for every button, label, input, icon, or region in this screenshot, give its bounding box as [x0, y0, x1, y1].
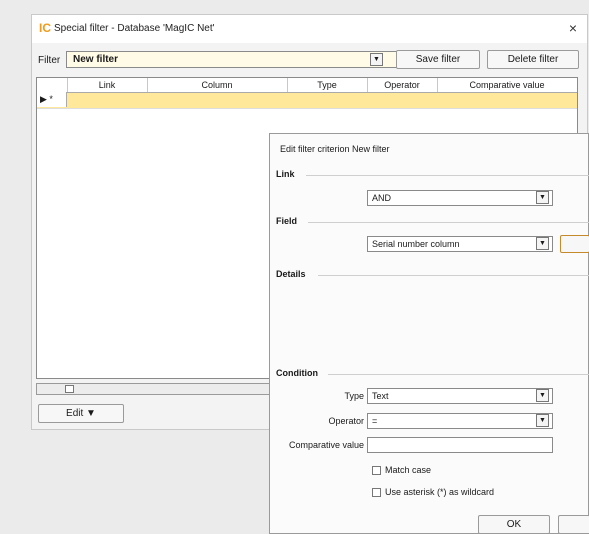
divider: [306, 175, 589, 176]
comparative-value-input[interactable]: [367, 437, 553, 453]
wildcard-label: Use asterisk (*) as wildcard: [385, 487, 495, 497]
cancel-button[interactable]: [558, 515, 589, 534]
match-case-checkbox[interactable]: [372, 466, 381, 475]
filter-dropdown-button[interactable]: ▼: [370, 53, 383, 66]
divider: [328, 374, 589, 375]
match-case-label: Match case: [385, 465, 432, 475]
operator-dropdown-button[interactable]: ▼: [536, 414, 549, 427]
field-select[interactable]: Serial number column: [367, 236, 553, 252]
type-select-value: Text: [372, 391, 389, 401]
window-title: Special filter - Database 'MagIC Net': [54, 23, 215, 34]
table-row[interactable]: [37, 92, 577, 109]
column-header-operator[interactable]: Operator: [367, 78, 438, 92]
chevron-down-icon: ▼: [539, 392, 546, 399]
type-select[interactable]: Text: [367, 388, 553, 404]
dialog-title: Edit filter criterion New filter: [280, 144, 390, 154]
field-dropdown-button[interactable]: ▼: [536, 237, 549, 250]
column-header-type[interactable]: Type: [287, 78, 368, 92]
operator-select-value: =: [372, 416, 378, 426]
chevron-down-icon: ▼: [539, 417, 546, 424]
row-marker-icon: ▶ *: [37, 92, 67, 107]
chevron-down-icon: ▼: [373, 56, 380, 63]
section-link: Link: [276, 169, 295, 179]
type-label: Type: [344, 391, 364, 401]
save-filter-button[interactable]: Save filter: [396, 50, 480, 69]
title-bar: IC Special filter - Database 'MagIC Net'…: [32, 15, 587, 43]
link-select[interactable]: AND: [367, 190, 553, 206]
divider: [318, 275, 589, 276]
app-logo-icon: IC: [39, 21, 51, 35]
column-header-column[interactable]: Column: [147, 78, 288, 92]
scroll-thumb[interactable]: [65, 385, 74, 393]
field-select-value: Serial number column: [372, 239, 460, 249]
chevron-down-icon: ▼: [539, 194, 546, 201]
section-field: Field: [276, 216, 298, 226]
operator-select[interactable]: =: [367, 413, 553, 429]
chevron-down-icon: ▼: [539, 240, 546, 247]
edit-menu-button[interactable]: Edit ▼: [38, 404, 124, 423]
column-header-link[interactable]: Link: [67, 78, 148, 92]
wildcard-checkbox[interactable]: [372, 488, 381, 497]
filter-select-value: New filter: [73, 54, 119, 65]
ok-button[interactable]: OK: [478, 515, 550, 534]
close-icon[interactable]: ×: [569, 20, 577, 36]
column-header-comparative-value[interactable]: Comparative value: [437, 78, 577, 92]
section-details: Details: [276, 269, 306, 279]
field-extra-button[interactable]: [560, 235, 589, 253]
comparative-value-label: Comparative value: [288, 440, 364, 450]
delete-filter-button[interactable]: Delete filter: [487, 50, 579, 69]
row-header-column: [37, 78, 68, 92]
link-select-value: AND: [372, 193, 392, 203]
filter-label: Filter: [38, 55, 61, 66]
section-condition: Condition: [276, 368, 318, 378]
type-dropdown-button[interactable]: ▼: [536, 389, 549, 402]
filter-select[interactable]: New filter: [66, 51, 416, 68]
divider: [308, 222, 589, 223]
link-dropdown-button[interactable]: ▼: [536, 191, 549, 204]
edit-criterion-dialog: Edit filter criterion New filter Link AN…: [269, 133, 589, 534]
operator-label: Operator: [328, 416, 364, 426]
